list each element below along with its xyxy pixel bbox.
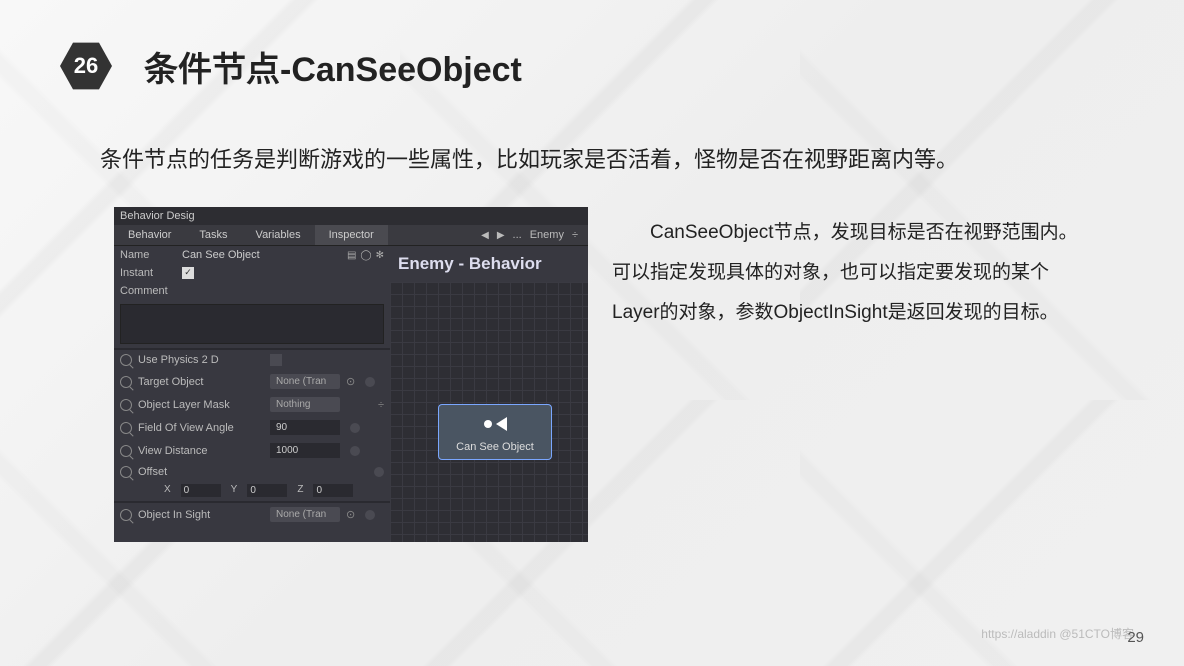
search-icon[interactable] — [120, 509, 132, 521]
inspector-pane: Name Can See Object ▤ ◯ ✻ Instant Comme — [114, 246, 390, 542]
prop-value[interactable]: 1000 — [270, 443, 340, 458]
prop-label: Object Layer Mask — [138, 399, 264, 411]
prop-label: Object In Sight — [138, 509, 264, 521]
offset-z[interactable] — [313, 484, 353, 497]
picker-icon[interactable]: ⊙ — [346, 375, 355, 388]
prop-label: View Distance — [138, 445, 264, 457]
page-number: 29 — [1127, 629, 1144, 646]
nav-next-icon[interactable]: ▶ — [497, 230, 505, 241]
tab-tasks[interactable]: Tasks — [185, 225, 241, 245]
dropdown-icon[interactable]: ÷ — [378, 399, 384, 411]
nav-dropdown-icon[interactable]: ÷ — [572, 229, 578, 241]
picker-icon[interactable]: ⊙ — [346, 508, 355, 521]
var-dot-icon[interactable] — [350, 446, 360, 456]
slide-number-badge: 26 — [60, 40, 112, 92]
var-dot-icon[interactable] — [374, 467, 384, 477]
instant-label: Instant — [120, 267, 176, 279]
graph-title: Enemy - Behavior — [390, 246, 588, 282]
search-icon[interactable] — [120, 354, 132, 366]
comment-label: Comment — [120, 285, 168, 297]
slide-subtitle: 条件节点的任务是判断游戏的一些属性，比如玩家是否活着，怪物是否在视野距离内等。 — [100, 142, 1084, 177]
offset-xyz: X Y Z — [114, 482, 390, 501]
slide-header: 26 条件节点-CanSeeObject — [60, 40, 1124, 92]
node-label: Can See Object — [445, 441, 545, 453]
var-dot-icon[interactable] — [350, 423, 360, 433]
behavior-designer-panel: Behavior Desig Behavior Tasks Variables … — [114, 207, 588, 542]
instant-checkbox[interactable] — [182, 267, 194, 279]
prop-value[interactable]: None (Tran — [270, 507, 340, 522]
nav-prev-icon[interactable]: ◀ — [481, 230, 489, 241]
locate-icon[interactable]: ◯ — [360, 250, 371, 261]
tab-bar: Behavior Tasks Variables Inspector ◀ ▶ .… — [114, 225, 588, 246]
doc-icon[interactable]: ▤ — [347, 250, 356, 261]
comment-textarea[interactable] — [120, 304, 384, 344]
search-icon[interactable] — [120, 399, 132, 411]
prop-value[interactable]: Nothing — [270, 397, 340, 412]
offset-y[interactable] — [247, 484, 287, 497]
tab-behavior[interactable]: Behavior — [114, 225, 185, 245]
graph-canvas[interactable]: Enemy - Behavior Can See Object — [390, 246, 588, 542]
gear-icon[interactable]: ✻ — [376, 250, 384, 261]
var-dot-icon[interactable] — [365, 510, 375, 520]
window-title: Behavior Desig — [114, 207, 588, 225]
prop-label: Target Object — [138, 376, 264, 388]
description-text: CanSeeObject节点，发现目标是否在视野范围内。 可以指定发现具体的对象… — [612, 207, 1124, 542]
tab-variables[interactable]: Variables — [242, 225, 315, 245]
prop-value[interactable]: 90 — [270, 420, 340, 435]
node-status-dot-icon — [484, 420, 492, 428]
offset-x[interactable] — [181, 484, 221, 497]
search-icon[interactable] — [120, 376, 132, 388]
watermark: https://aladdin @51CTO博客 — [981, 625, 1134, 642]
search-icon[interactable] — [120, 422, 132, 434]
graph-node-canseeobject[interactable]: Can See Object — [438, 404, 552, 460]
nav-more-icon[interactable]: ... — [513, 229, 522, 241]
node-eye-icon — [496, 417, 507, 431]
var-dot-icon[interactable] — [365, 377, 375, 387]
prop-label: Offset — [138, 466, 264, 478]
search-icon[interactable] — [120, 466, 132, 478]
nav-label: Enemy — [530, 229, 564, 241]
search-icon[interactable] — [120, 445, 132, 457]
name-label: Name — [120, 249, 176, 261]
prop-label: Use Physics 2 D — [138, 354, 264, 366]
slide-title: 条件节点-CanSeeObject — [144, 42, 522, 91]
prop-label: Field Of View Angle — [138, 422, 264, 434]
name-value: Can See Object — [182, 249, 260, 261]
prop-value[interactable]: None (Tran — [270, 374, 340, 389]
tab-inspector[interactable]: Inspector — [315, 225, 388, 245]
prop-checkbox[interactable] — [270, 354, 282, 366]
